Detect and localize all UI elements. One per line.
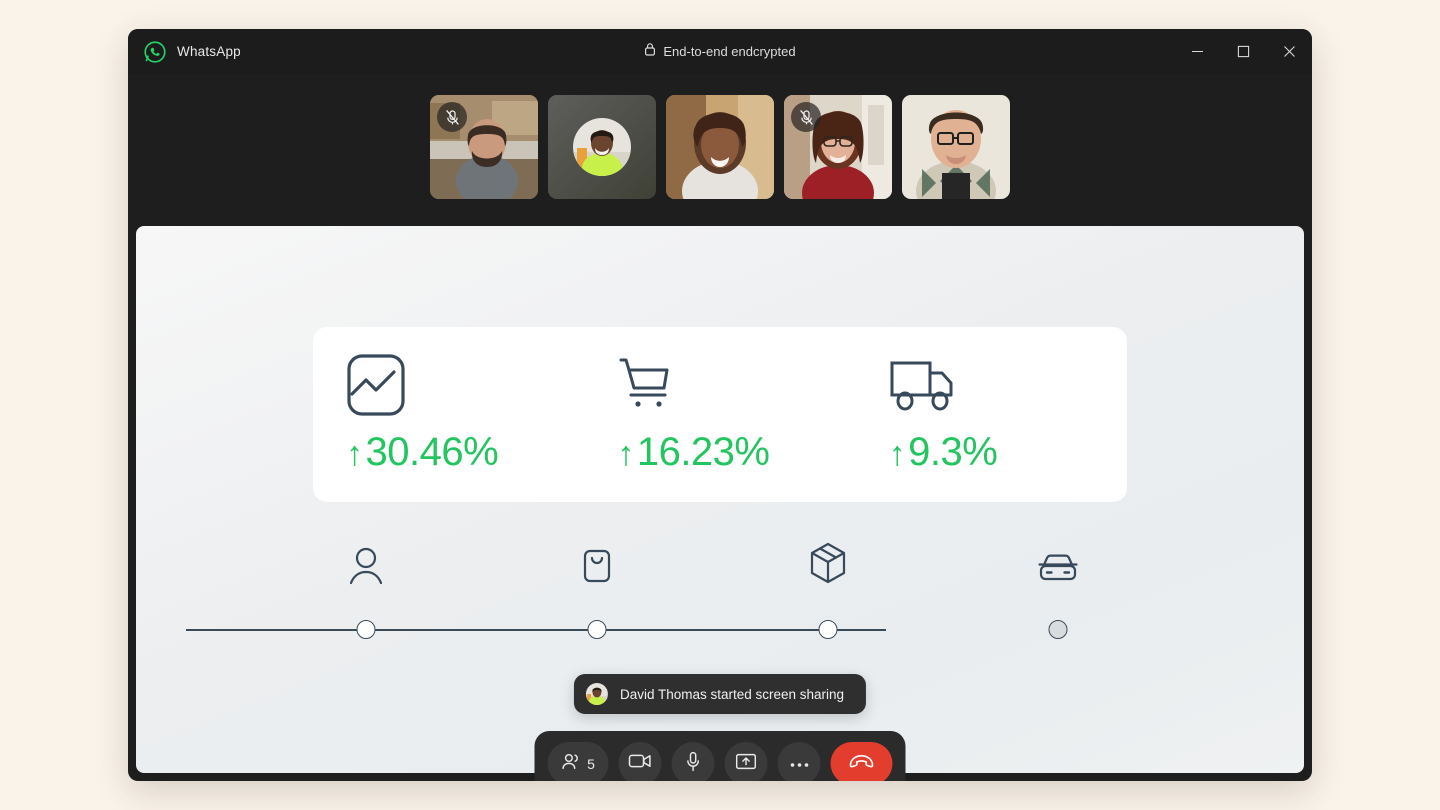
avatar — [585, 683, 608, 705]
trend-up-arrow-icon: ↑ — [888, 435, 906, 473]
stepper-icons — [166, 542, 1078, 590]
participant-strip — [128, 74, 1312, 220]
metrics-card: ↑30.46% ↑16.23% ↑9.3% — [313, 327, 1127, 502]
whatsapp-window: WhatsApp End-to-end endcrypted ↑30.46% ↑… — [128, 29, 1312, 781]
trend-up-arrow-icon: ↑ — [617, 435, 634, 473]
stepper-node-3[interactable] — [818, 620, 838, 639]
app-name: WhatsApp — [177, 44, 241, 59]
people-icon — [561, 753, 581, 775]
video-camera-icon — [628, 753, 652, 774]
more-options-button[interactable] — [777, 742, 821, 781]
package-box-icon — [808, 541, 848, 590]
share-screen-icon — [735, 753, 757, 775]
participant-tile[interactable] — [784, 95, 892, 199]
shopping-cart-icon — [617, 354, 855, 416]
avatar — [573, 118, 631, 176]
stepper-node-1[interactable] — [356, 620, 376, 639]
close-button[interactable] — [1266, 29, 1312, 74]
metric-conversion: ↑30.46% — [313, 327, 584, 502]
participants-button[interactable]: 5 — [547, 742, 609, 781]
window-controls — [1174, 29, 1312, 74]
delivery-truck-icon — [889, 354, 1127, 416]
participant-tile[interactable] — [548, 95, 656, 199]
participant-tile[interactable] — [430, 95, 538, 199]
titlebar: WhatsApp End-to-end endcrypted — [128, 29, 1312, 74]
lock-icon — [644, 42, 656, 61]
line-chart-icon — [346, 354, 584, 416]
maximize-button[interactable] — [1220, 29, 1266, 74]
metric-cart: ↑16.23% — [584, 327, 855, 502]
more-options-icon — [789, 755, 809, 773]
metric-value: ↑30.46% — [346, 430, 499, 474]
call-control-bar: 5 — [534, 731, 906, 781]
metric-delivery: ↑9.3% — [856, 327, 1127, 502]
share-screen-button[interactable] — [724, 742, 768, 781]
encryption-label: End-to-end endcrypted — [663, 44, 796, 59]
order-progress-stepper — [166, 542, 1078, 646]
trend-up-arrow-icon: ↑ — [346, 435, 363, 473]
mic-muted-icon — [437, 102, 467, 132]
stepper-line — [186, 629, 886, 631]
car-front-icon — [1038, 551, 1078, 590]
encryption-indicator: End-to-end endcrypted — [128, 42, 1312, 61]
end-call-button[interactable] — [830, 742, 893, 781]
screen-share-toast: David Thomas started screen sharing — [573, 674, 867, 714]
camera-button[interactable] — [618, 742, 662, 781]
person-icon — [349, 545, 383, 590]
shopping-bag-icon — [581, 547, 613, 590]
whatsapp-logo-icon — [144, 40, 166, 63]
hang-up-icon — [849, 754, 875, 773]
mic-muted-icon — [791, 102, 821, 132]
microphone-icon — [686, 751, 701, 777]
metric-value: ↑9.3% — [888, 430, 998, 474]
participants-count: 5 — [587, 755, 595, 772]
stepper-node-4[interactable] — [1048, 620, 1068, 639]
stepper-node-2[interactable] — [587, 620, 607, 639]
app-brand: WhatsApp — [128, 40, 241, 63]
microphone-button[interactable] — [671, 742, 715, 781]
participant-tile[interactable] — [902, 95, 1010, 199]
minimize-button[interactable] — [1174, 29, 1220, 74]
participant-tile[interactable] — [666, 95, 774, 199]
toast-message: David Thomas started screen sharing — [619, 686, 845, 702]
metric-value: ↑16.23% — [617, 430, 770, 474]
